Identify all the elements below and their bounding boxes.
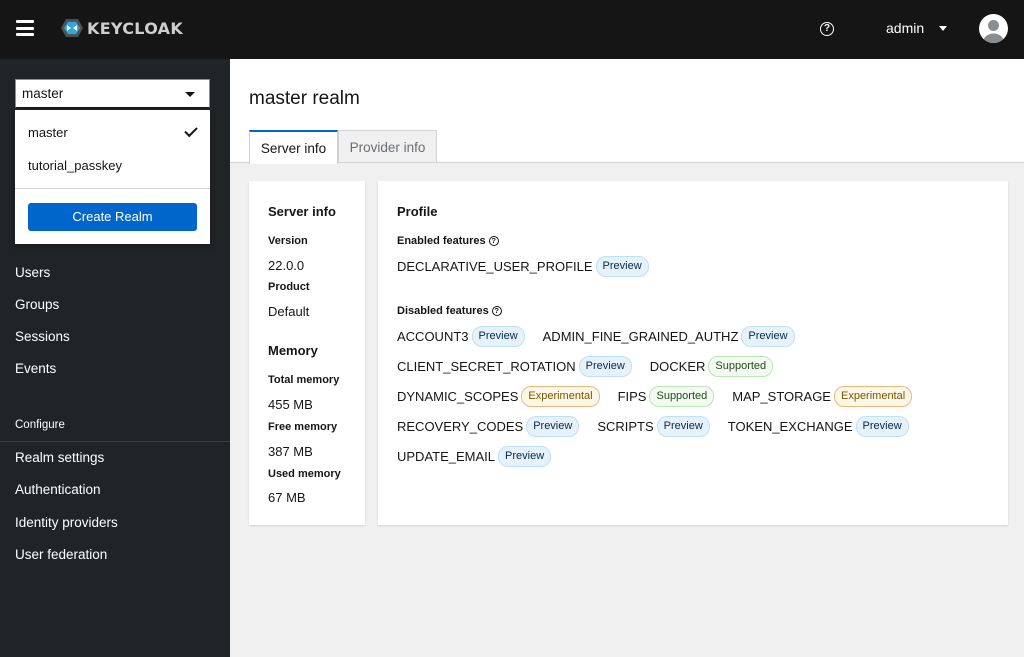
create-realm-button[interactable]: Create Realm xyxy=(28,203,197,231)
realm-dropdown-menu: master tutorial_passkey Create Realm xyxy=(15,110,210,244)
total-memory-label: Total memory xyxy=(268,374,340,386)
sidebar-section-configure: Configure xyxy=(15,419,65,431)
hamburger-menu-icon[interactable] xyxy=(16,20,34,36)
feature-name: CLIENT_SECRET_ROTATION xyxy=(397,359,576,374)
disabled-features-row: CLIENT_SECRET_ROTATION Preview DOCKER Supp… xyxy=(397,356,791,377)
user-menu[interactable]: admin xyxy=(886,20,948,36)
disabled-features-row: RECOVERY_CODES Preview SCRIPTS Preview TOK… xyxy=(397,416,927,437)
profile-title: Profile xyxy=(397,204,438,219)
feature-badge: Preview xyxy=(595,256,649,277)
masthead: KEYCLOAK ? admin xyxy=(0,0,1024,59)
enabled-features-text: Enabled features xyxy=(397,235,486,247)
used-memory-value: 67 MB xyxy=(268,490,306,505)
sidebar-item-users[interactable]: Users xyxy=(15,265,50,280)
feature-name: SCRIPTS xyxy=(597,419,654,434)
sidebar-divider xyxy=(0,441,230,442)
realm-option-master[interactable]: master xyxy=(28,125,68,140)
help-icon[interactable]: ? xyxy=(491,306,502,316)
tab-provider-info[interactable]: Provider info xyxy=(338,130,437,163)
memory-title: Memory xyxy=(268,343,318,358)
realm-selector-value: master xyxy=(22,86,64,101)
enabled-features-label: Enabled features? xyxy=(397,235,499,247)
server-info-card: Server info Version 22.0.0 Product Defau… xyxy=(249,181,365,525)
caret-down-icon xyxy=(185,92,195,97)
feature-name: TOKEN_EXCHANGE xyxy=(727,419,853,434)
help-icon[interactable]: ? xyxy=(820,22,834,36)
feature-name: DOCKER xyxy=(649,359,706,374)
free-memory-value: 387 MB xyxy=(268,444,313,459)
tab-server-info[interactable]: Server info xyxy=(249,130,338,164)
feature-badge: Supported xyxy=(649,386,715,407)
caret-down-icon xyxy=(939,25,948,31)
feature-badge: Experimental xyxy=(833,386,913,407)
profile-card: Profile Enabled features? DECLARATIVE_US… xyxy=(378,181,1008,525)
sidebar-item-groups[interactable]: Groups xyxy=(15,297,59,312)
feature-name: DYNAMIC_SCOPES xyxy=(397,389,519,404)
feature-badge: Supported xyxy=(708,356,774,377)
disabled-features-row: UPDATE_EMAIL Preview xyxy=(397,446,569,467)
total-memory-value: 455 MB xyxy=(268,397,313,412)
disabled-features-row: ACCOUNT3 Preview ADMIN_FINE_GRAINED_AUTHZ… xyxy=(397,326,813,347)
username: admin xyxy=(886,20,925,36)
feature-badge: Preview xyxy=(526,416,580,437)
enabled-features-row: DECLARATIVE_USER_PROFILE Preview xyxy=(397,256,667,277)
feature-name: DECLARATIVE_USER_PROFILE xyxy=(397,259,593,274)
menu-divider xyxy=(15,188,210,189)
sidebar-item-sessions[interactable]: Sessions xyxy=(15,329,70,344)
keycloak-logo-icon xyxy=(61,19,83,37)
realm-selector[interactable]: master xyxy=(15,79,210,108)
product-label: Product xyxy=(268,281,310,293)
free-memory-label: Free memory xyxy=(268,421,338,433)
disabled-features-label: Disabled features? xyxy=(397,305,502,317)
feature-name: UPDATE_EMAIL xyxy=(397,449,496,464)
checkmark-icon xyxy=(184,123,198,138)
sidebar: Users Groups Sessions Events Configure R… xyxy=(0,59,230,657)
feature-name: FIPS xyxy=(617,389,647,404)
server-info-title: Server info xyxy=(268,204,336,219)
feature-name: ADMIN_FINE_GRAINED_AUTHZ xyxy=(542,329,739,344)
feature-badge: Preview xyxy=(498,446,552,467)
product-value: Default xyxy=(268,304,310,319)
feature-badge: Preview xyxy=(578,356,632,377)
sidebar-item-user-federation[interactable]: User federation xyxy=(15,547,107,562)
feature-badge: Experimental xyxy=(521,386,600,407)
feature-badge: Preview xyxy=(471,326,525,347)
brand-name: KEYCLOAK xyxy=(87,18,184,38)
page-title: master realm xyxy=(249,88,360,109)
help-icon[interactable]: ? xyxy=(488,236,499,246)
sidebar-item-identity-providers[interactable]: Identity providers xyxy=(15,515,118,530)
user-avatar-icon xyxy=(983,20,1004,43)
main-content: master realm Server info Provider info S… xyxy=(230,59,1024,657)
feature-badge: Preview xyxy=(656,416,710,437)
feature-name: MAP_STORAGE xyxy=(732,389,831,404)
disabled-features-row: DYNAMIC_SCOPES Experimental FIPS Supported… xyxy=(397,386,930,407)
disabled-features-text: Disabled features xyxy=(397,305,489,317)
version-label: Version xyxy=(268,235,308,247)
feature-badge: Preview xyxy=(741,326,795,347)
avatar[interactable] xyxy=(979,14,1008,43)
used-memory-label: Used memory xyxy=(268,468,341,480)
sidebar-item-authentication[interactable]: Authentication xyxy=(15,482,101,497)
realm-option-tutorial-passkey[interactable]: tutorial_passkey xyxy=(28,158,122,173)
sidebar-item-events[interactable]: Events xyxy=(15,361,56,376)
feature-badge: Preview xyxy=(855,416,909,437)
version-value: 22.0.0 xyxy=(268,258,305,273)
page-header: master realm Server info Provider info xyxy=(230,59,1024,164)
feature-name: ACCOUNT3 xyxy=(397,329,469,344)
sidebar-item-realm-settings[interactable]: Realm settings xyxy=(15,450,104,465)
feature-name: RECOVERY_CODES xyxy=(397,419,524,434)
keycloak-logo[interactable]: KEYCLOAK xyxy=(58,17,183,39)
